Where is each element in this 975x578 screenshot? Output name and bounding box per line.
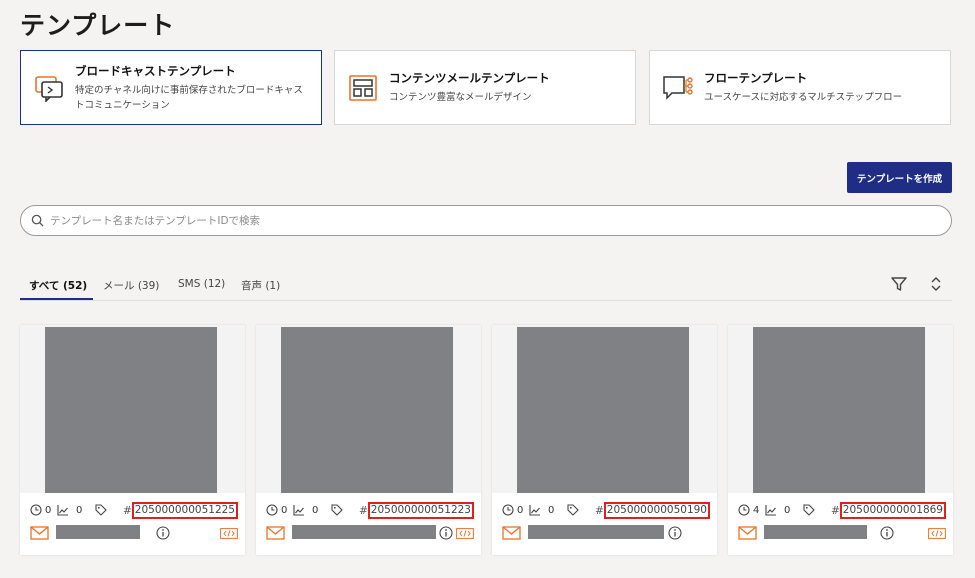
- template-name-redacted: [56, 525, 140, 539]
- tag-icon: [803, 504, 815, 516]
- search-icon: [31, 214, 44, 227]
- type-card-description: ユースケースに対応するマルチステップフロー: [704, 92, 903, 103]
- template-card[interactable]: 0 0 # 205000000051223: [256, 325, 481, 555]
- type-card-flow[interactable]: フローテンプレート ユースケースに対応するマルチステップフロー: [649, 50, 951, 125]
- type-card-title: ブロードキャストテンプレート: [75, 63, 236, 78]
- id-hash: #: [830, 504, 840, 517]
- chart-count: 0: [312, 504, 319, 516]
- type-card-description: コンテンツ豊富なメールデザイン: [389, 92, 532, 103]
- id-hash: #: [122, 504, 132, 517]
- clock-icon: [30, 504, 42, 516]
- template-id: 205000000051225: [131, 502, 238, 519]
- template-card[interactable]: 4 0 # 205000000001869: [728, 325, 953, 555]
- info-icon[interactable]: [156, 526, 170, 540]
- template-name-redacted: [528, 525, 664, 539]
- mail-icon: [266, 526, 285, 540]
- clock-icon: [266, 504, 278, 516]
- template-card[interactable]: 0 0 # 205000000051225: [20, 325, 245, 555]
- sort-icon[interactable]: [927, 275, 945, 293]
- clock-icon: [502, 504, 514, 516]
- clock-count: 0: [281, 504, 288, 516]
- template-thumbnail: [281, 327, 453, 493]
- info-icon[interactable]: [880, 526, 894, 540]
- chart-count: 0: [548, 504, 555, 516]
- chart-line-icon: [529, 505, 540, 516]
- mail-icon: [738, 526, 757, 540]
- clock-icon: [738, 504, 750, 516]
- chart-line-icon: [57, 505, 68, 516]
- tab-all[interactable]: すべて (52): [29, 278, 87, 293]
- chart-line-icon: [765, 505, 776, 516]
- template-id: 205000000001869: [839, 502, 946, 519]
- type-card-title: フローテンプレート: [704, 71, 808, 85]
- tab-bar: すべて (52) メール (39) SMS (12) 音声 (1): [20, 270, 952, 301]
- clock-count: 0: [45, 504, 52, 516]
- tag-icon: [95, 504, 107, 516]
- template-name-redacted: [764, 525, 867, 539]
- filter-icon[interactable]: [890, 275, 908, 293]
- template-thumbnail: [753, 327, 925, 493]
- tab-sms[interactable]: SMS (12): [178, 278, 225, 290]
- content-layout-icon: [349, 74, 377, 101]
- flow-icon: [663, 75, 693, 100]
- info-icon[interactable]: [668, 526, 682, 540]
- id-hash: #: [358, 504, 368, 517]
- type-card-description: 特定のチャネル向けに事前保存されたブロードキャストコミュニケーション: [75, 84, 303, 111]
- tag-icon: [567, 504, 579, 516]
- type-card-broadcast[interactable]: ブロードキャストテンプレート 特定のチャネル向けに事前保存されたブロードキャスト…: [20, 50, 322, 125]
- code-icon[interactable]: [456, 528, 474, 539]
- chart-count: 0: [784, 504, 791, 516]
- template-id: 205000000050190: [603, 502, 710, 519]
- tab-mail[interactable]: メール (39): [103, 278, 159, 293]
- mail-icon: [502, 526, 521, 540]
- code-icon[interactable]: [220, 528, 238, 539]
- chart-count: 0: [76, 504, 83, 516]
- template-card[interactable]: 0 0 # 205000000050190: [492, 325, 717, 555]
- search-bar[interactable]: [20, 205, 952, 236]
- info-icon[interactable]: [439, 526, 453, 540]
- template-thumbnail: [45, 327, 217, 493]
- create-template-button[interactable]: テンプレートを作成: [847, 162, 952, 193]
- template-id: 205000000051223: [367, 502, 474, 519]
- clock-count: 4: [753, 504, 760, 516]
- tab-voice[interactable]: 音声 (1): [241, 278, 280, 293]
- broadcast-icon: [35, 75, 63, 102]
- mail-icon: [30, 526, 49, 540]
- search-input[interactable]: [50, 214, 910, 227]
- code-icon[interactable]: [928, 528, 946, 539]
- tag-icon: [331, 504, 343, 516]
- clock-count: 0: [517, 504, 524, 516]
- id-hash: #: [594, 504, 604, 517]
- type-card-content-mail[interactable]: コンテンツメールテンプレート コンテンツ豊富なメールデザイン: [334, 50, 636, 125]
- active-tab-indicator: [20, 298, 93, 300]
- template-name-redacted: [292, 525, 436, 539]
- type-card-title: コンテンツメールテンプレート: [389, 71, 550, 85]
- template-thumbnail: [517, 327, 689, 493]
- chart-line-icon: [293, 505, 304, 516]
- page-title: テンプレート: [20, 11, 176, 40]
